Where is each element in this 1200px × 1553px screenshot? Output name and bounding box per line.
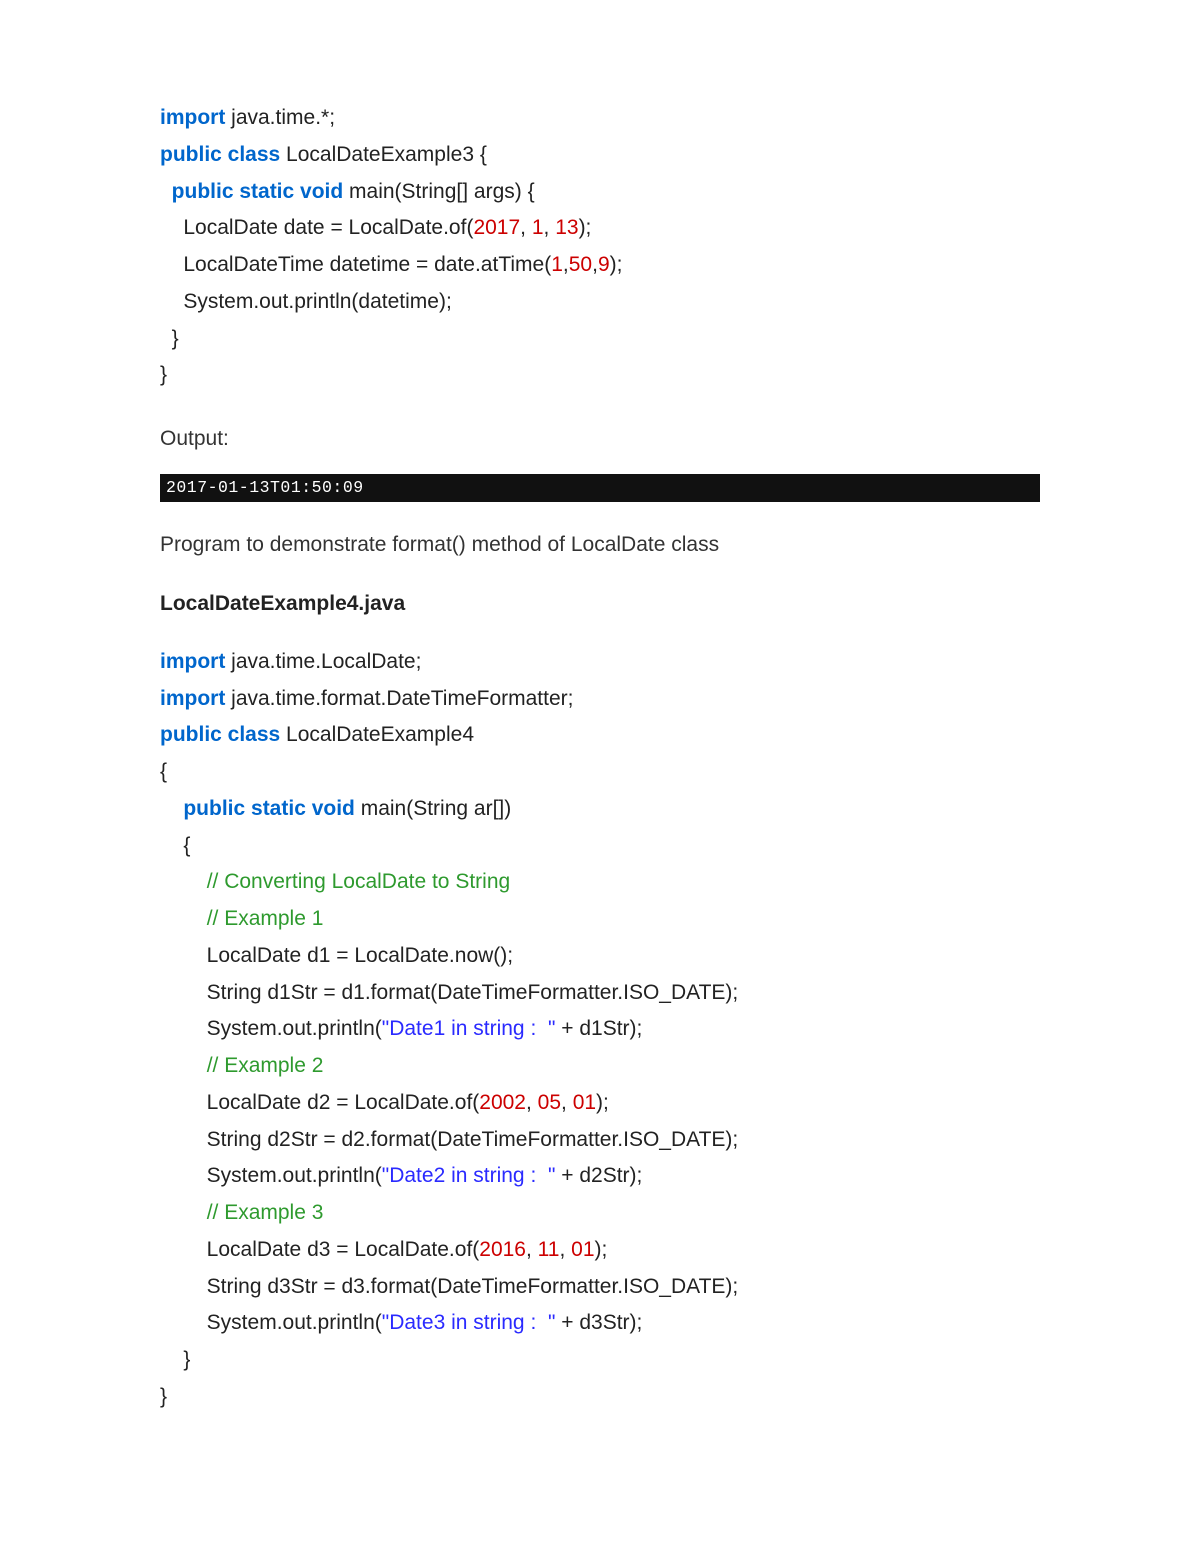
code-text: , [544, 216, 556, 239]
number-literal: 2017 [473, 216, 520, 239]
code-text: { [160, 760, 167, 783]
keyword: import [160, 106, 225, 129]
output-label: Output: [160, 422, 1040, 456]
code-text: System.out.println( [160, 1164, 382, 1187]
code-text: java.time.*; [225, 106, 335, 129]
code-text: ); [596, 1091, 609, 1114]
code-text: } [160, 327, 179, 350]
code-text: } [160, 363, 167, 386]
keyword: public static void [172, 180, 344, 203]
number-literal: 11 [538, 1238, 560, 1261]
number-literal: 13 [555, 216, 578, 239]
number-literal: 9 [598, 253, 610, 276]
filename-heading: LocalDateExample4.java [160, 592, 1040, 616]
code-text: String d3Str = d3.format(DateTimeFormatt… [160, 1275, 738, 1298]
keyword: public class [160, 723, 280, 746]
code-text: LocalDate d2 = LocalDate.of( [160, 1091, 479, 1114]
code-text: main(String[] args) { [343, 180, 534, 203]
code-text: , [561, 1091, 573, 1114]
code-block-example4: import java.time.LocalDate; import java.… [160, 644, 1040, 1416]
code-text: LocalDate d1 = LocalDate.now(); [160, 944, 513, 967]
code-text: ); [610, 253, 623, 276]
number-literal: 2002 [479, 1091, 526, 1114]
code-text: + d2Str); [555, 1164, 642, 1187]
code-text: ); [595, 1238, 608, 1261]
code-text: , [559, 1238, 571, 1261]
string-literal: "Date3 in string : " [382, 1311, 556, 1334]
code-text: java.time.format.DateTimeFormatter; [225, 687, 573, 710]
code-text: LocalDate date = LocalDate.of( [160, 216, 473, 239]
number-literal: 2016 [479, 1238, 526, 1261]
code-text: , [520, 216, 532, 239]
code-text: { [160, 834, 190, 857]
code-block-example3: import java.time.*; public class LocalDa… [160, 100, 1040, 394]
number-literal: 01 [571, 1238, 594, 1261]
code-text: , [526, 1091, 538, 1114]
comment: // Example 1 [207, 907, 324, 930]
code-text: main(String ar[]) [355, 797, 511, 820]
string-literal: "Date1 in string : " [382, 1017, 556, 1040]
code-text: } [160, 1385, 167, 1408]
number-literal: 1 [551, 253, 563, 276]
code-text: System.out.println( [160, 1311, 382, 1334]
code-text: String d1Str = d1.format(DateTimeFormatt… [160, 981, 738, 1004]
code-text: } [160, 1348, 190, 1371]
number-literal: 01 [573, 1091, 596, 1114]
code-text: + d3Str); [555, 1311, 642, 1334]
keyword: public class [160, 143, 280, 166]
code-text: LocalDate d3 = LocalDate.of( [160, 1238, 479, 1261]
code-text: ); [579, 216, 592, 239]
code-text: , [526, 1238, 538, 1261]
comment: // Converting LocalDate to String [207, 870, 511, 893]
document-page: import java.time.*; public class LocalDa… [0, 0, 1200, 1544]
code-text: System.out.println(datetime); [160, 290, 452, 313]
description-text: Program to demonstrate format() method o… [160, 528, 1040, 562]
code-text: java.time.LocalDate; [225, 650, 421, 673]
keyword: import [160, 650, 225, 673]
output-console: 2017-01-13T01:50:09 [160, 474, 1040, 503]
code-text: LocalDateTime datetime = date.atTime( [160, 253, 551, 276]
comment: // Example 3 [207, 1201, 324, 1224]
code-text: String d2Str = d2.format(DateTimeFormatt… [160, 1128, 738, 1151]
number-literal: 05 [538, 1091, 561, 1114]
keyword: import [160, 687, 225, 710]
code-text: LocalDateExample4 [280, 723, 474, 746]
keyword: public static void [183, 797, 355, 820]
string-literal: "Date2 in string : " [382, 1164, 556, 1187]
code-text: System.out.println( [160, 1017, 382, 1040]
code-text: + d1Str); [555, 1017, 642, 1040]
number-literal: 50 [569, 253, 592, 276]
code-text: LocalDateExample3 { [280, 143, 487, 166]
comment: // Example 2 [207, 1054, 324, 1077]
number-literal: 1 [532, 216, 544, 239]
